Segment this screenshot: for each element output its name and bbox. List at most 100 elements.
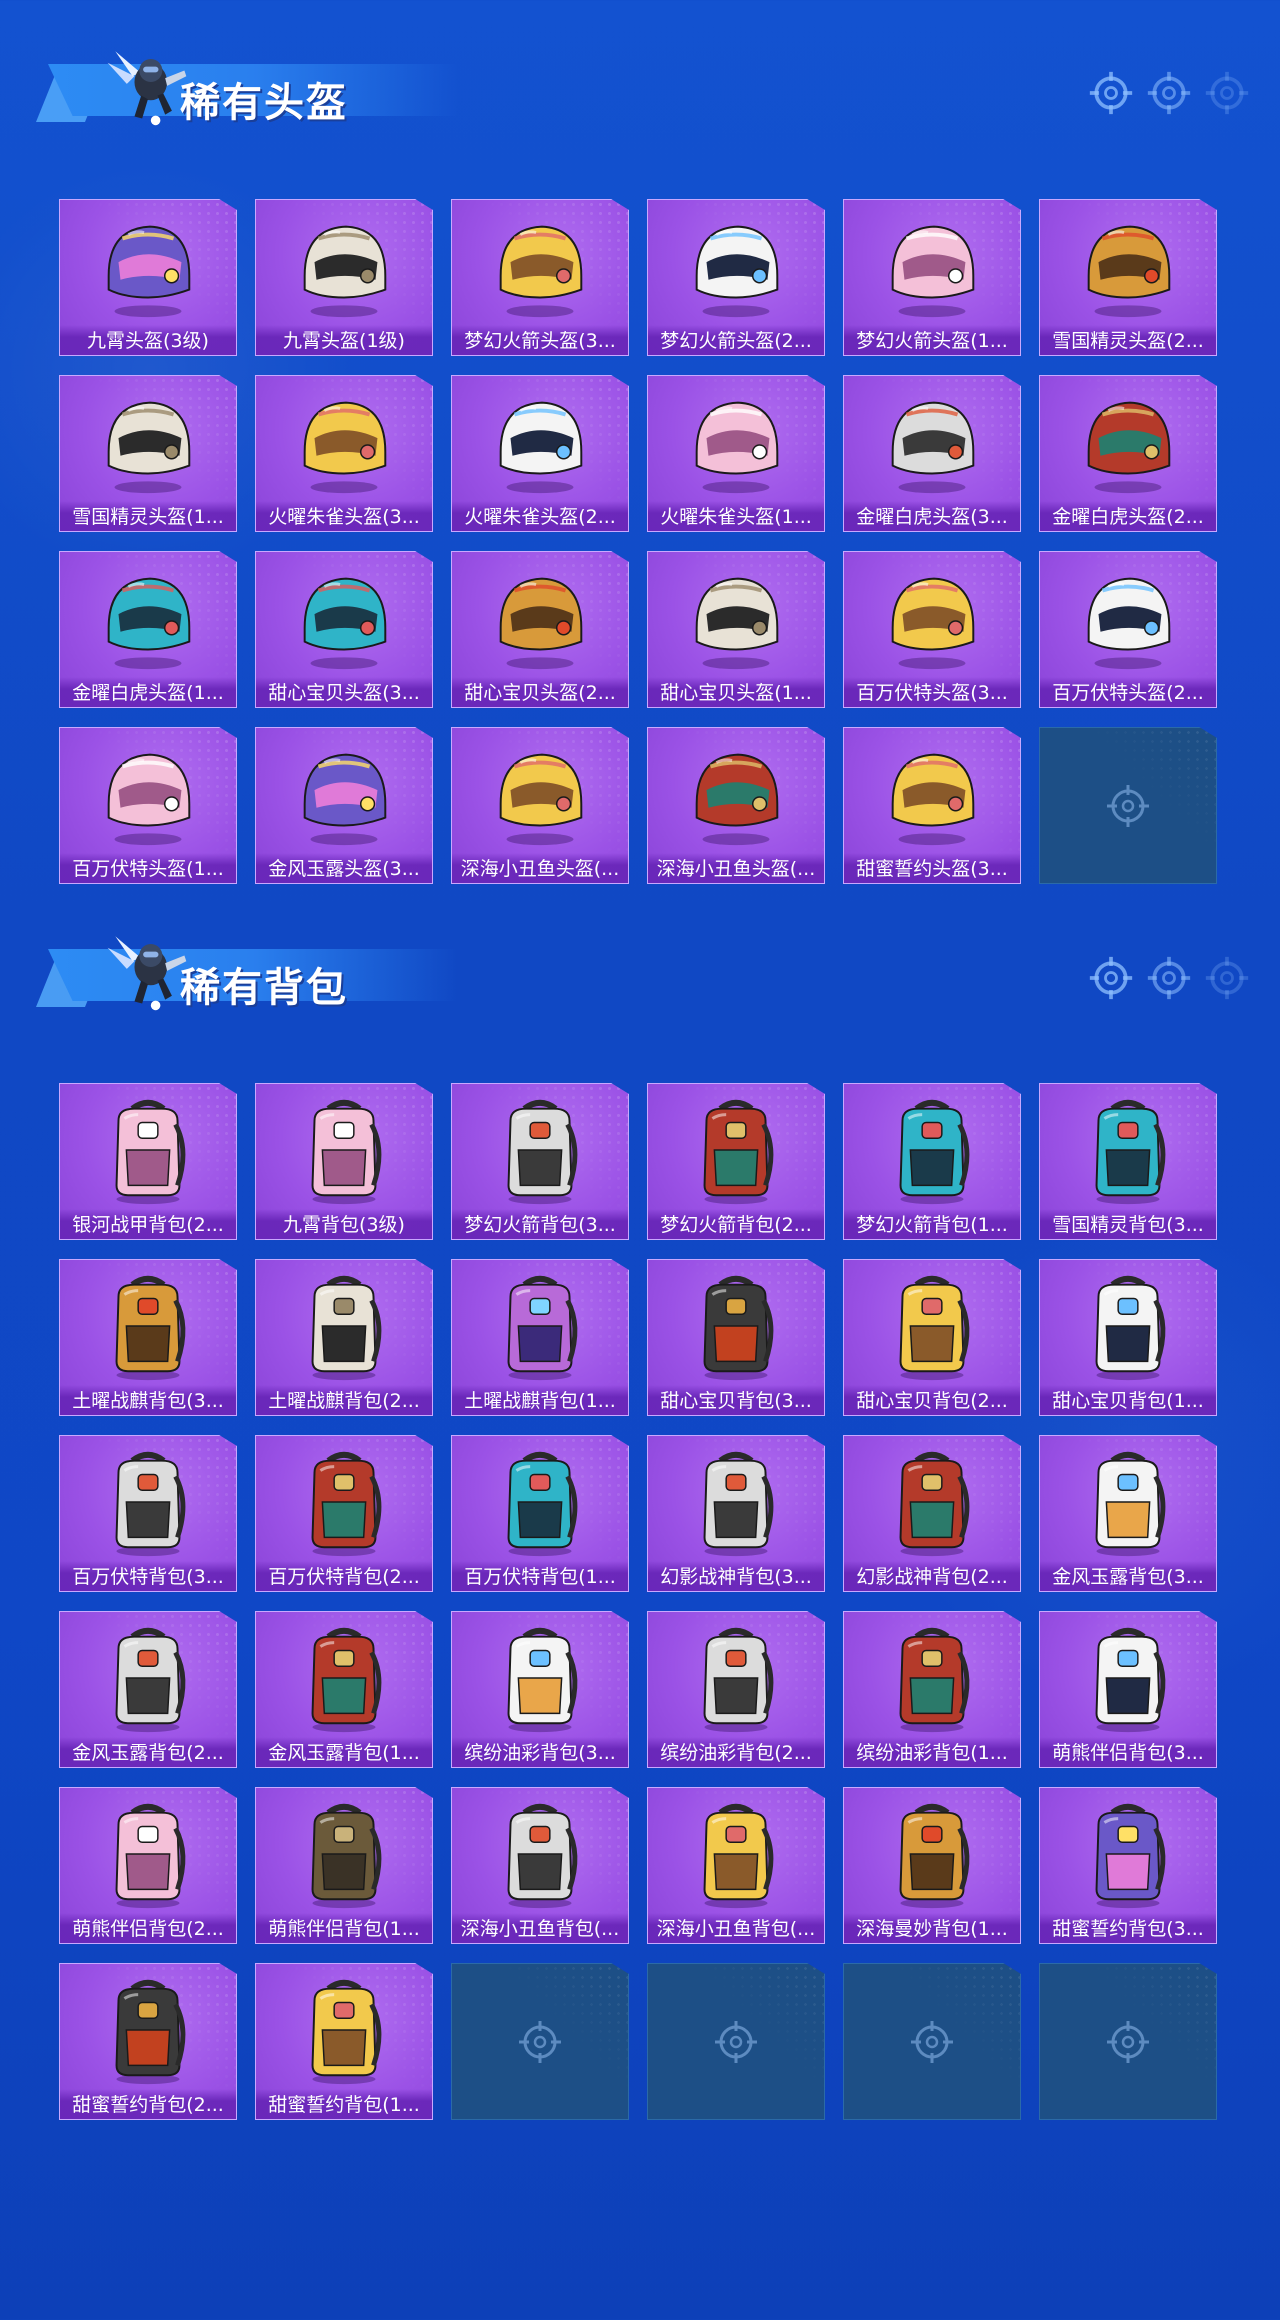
item-card[interactable]: 幻影战神背包(3... — [647, 1435, 825, 1592]
item-label: 土曜战麒背包(3... — [60, 1385, 236, 1415]
item-image — [452, 1264, 628, 1388]
item-card[interactable]: 梦幻火箭背包(3... — [451, 1083, 629, 1240]
backpack-icon — [1095, 1099, 1166, 1205]
item-card[interactable]: 甜心宝贝背包(1... — [1039, 1259, 1217, 1416]
item-label: 百万伏特背包(1... — [452, 1561, 628, 1591]
item-card[interactable]: 梦幻火箭头盔(2... — [647, 199, 825, 356]
item-card[interactable]: 银河战甲背包(2... — [59, 1083, 237, 1240]
item-card[interactable]: 金风玉露背包(3... — [1039, 1435, 1217, 1592]
item-card[interactable]: 萌熊伴侣背包(1... — [255, 1787, 433, 1944]
item-label: 缤纷油彩背包(3... — [452, 1737, 628, 1767]
item-card[interactable]: 甜心宝贝头盔(2... — [451, 551, 629, 708]
item-card[interactable]: 土曜战麒背包(3... — [59, 1259, 237, 1416]
item-label: 雪国精灵头盔(1... — [60, 501, 236, 531]
backpack-icon — [311, 1803, 382, 1909]
item-card[interactable]: 甜蜜誓约背包(3... — [1039, 1787, 1217, 1944]
item-card[interactable]: 土曜战麒背包(2... — [255, 1259, 433, 1416]
item-card[interactable]: 深海小丑鱼背包(... — [647, 1787, 825, 1944]
item-card[interactable]: 梦幻火箭背包(2... — [647, 1083, 825, 1240]
item-card[interactable]: 百万伏特背包(3... — [59, 1435, 237, 1592]
backpack-icon — [311, 1979, 382, 2085]
item-label: 梦幻火箭头盔(2... — [648, 325, 824, 355]
item-label: 九霄背包(3级) — [256, 1209, 432, 1239]
item-image — [256, 1440, 432, 1564]
item-label: 深海小丑鱼头盔(... — [648, 853, 824, 883]
helmet-icon — [107, 401, 191, 494]
item-image — [648, 1088, 824, 1212]
item-image — [1040, 1264, 1216, 1388]
item-image — [452, 204, 628, 328]
item-card[interactable]: 深海小丑鱼头盔(... — [451, 727, 629, 884]
section-title: 稀有背包 — [180, 965, 348, 1011]
item-card[interactable]: 火曜朱雀头盔(3... — [255, 375, 433, 532]
item-label: 土曜战麒背包(1... — [452, 1385, 628, 1415]
item-card[interactable]: 金曜白虎头盔(1... — [59, 551, 237, 708]
crosshair-icon — [1147, 71, 1191, 115]
helmet-grid: 九霄头盔(3级) 九霄头盔(1级) 梦幻火箭头盔(3... 梦幻火箭头盔(2..… — [59, 199, 1217, 884]
item-card[interactable]: 深海曼妙背包(1... — [843, 1787, 1021, 1944]
item-card[interactable]: 九霄头盔(3级) — [59, 199, 237, 356]
item-label: 金风玉露背包(2... — [60, 1737, 236, 1767]
backpack-icon — [507, 1803, 578, 1909]
item-card[interactable]: 缤纷油彩背包(2... — [647, 1611, 825, 1768]
item-card[interactable]: 金曜白虎头盔(3... — [843, 375, 1021, 532]
item-image — [452, 1616, 628, 1740]
backpack-icon — [115, 1099, 186, 1205]
item-card[interactable]: 火曜朱雀头盔(1... — [647, 375, 825, 532]
item-card[interactable]: 缤纷油彩背包(3... — [451, 1611, 629, 1768]
item-card[interactable]: 金风玉露背包(1... — [255, 1611, 433, 1768]
helmet-icon — [695, 225, 779, 318]
item-card[interactable]: 九霄头盔(1级) — [255, 199, 433, 356]
item-label: 金风玉露背包(1... — [256, 1737, 432, 1767]
item-card[interactable]: 深海小丑鱼背包(... — [451, 1787, 629, 1944]
item-card[interactable]: 百万伏特背包(2... — [255, 1435, 433, 1592]
item-card[interactable]: 甜蜜誓约背包(1... — [255, 1963, 433, 2120]
item-card[interactable]: 雪国精灵背包(3... — [1039, 1083, 1217, 1240]
empty-slot — [1039, 727, 1217, 884]
item-label: 深海小丑鱼背包(... — [452, 1913, 628, 1943]
item-card[interactable]: 幻影战神背包(2... — [843, 1435, 1021, 1592]
item-card[interactable]: 雪国精灵头盔(1... — [59, 375, 237, 532]
item-label: 甜心宝贝头盔(2... — [452, 677, 628, 707]
helmet-icon — [695, 577, 779, 670]
item-card[interactable]: 甜心宝贝头盔(3... — [255, 551, 433, 708]
item-card[interactable]: 土曜战麒背包(1... — [451, 1259, 629, 1416]
item-card[interactable]: 萌熊伴侣背包(2... — [59, 1787, 237, 1944]
item-card[interactable]: 甜蜜誓约背包(2... — [59, 1963, 237, 2120]
item-card[interactable]: 金风玉露背包(2... — [59, 1611, 237, 1768]
item-card[interactable]: 梦幻火箭背包(1... — [843, 1083, 1021, 1240]
item-card[interactable]: 雪国精灵头盔(2... — [1039, 199, 1217, 356]
backpack-icon — [703, 1099, 774, 1205]
item-image — [1040, 204, 1216, 328]
item-card[interactable]: 百万伏特头盔(1... — [59, 727, 237, 884]
item-card[interactable]: 九霄背包(3级) — [255, 1083, 433, 1240]
item-label: 九霄头盔(3级) — [60, 325, 236, 355]
item-label: 百万伏特背包(3... — [60, 1561, 236, 1591]
item-card[interactable]: 梦幻火箭头盔(3... — [451, 199, 629, 356]
item-card[interactable]: 火曜朱雀头盔(2... — [451, 375, 629, 532]
item-card[interactable]: 深海小丑鱼头盔(... — [647, 727, 825, 884]
item-label: 梦幻火箭背包(2... — [648, 1209, 824, 1239]
item-card[interactable]: 百万伏特头盔(3... — [843, 551, 1021, 708]
item-card[interactable]: 甜心宝贝背包(3... — [647, 1259, 825, 1416]
item-image — [256, 1792, 432, 1916]
item-card[interactable]: 百万伏特头盔(2... — [1039, 551, 1217, 708]
backpack-icon — [899, 1099, 970, 1205]
backpack-icon — [1095, 1451, 1166, 1557]
item-card[interactable]: 金风玉露头盔(3... — [255, 727, 433, 884]
item-card[interactable]: 缤纷油彩背包(1... — [843, 1611, 1021, 1768]
item-image — [60, 1968, 236, 2092]
backpack-icon — [703, 1803, 774, 1909]
item-image — [844, 1088, 1020, 1212]
helmet-icon — [107, 577, 191, 670]
crosshair-icon — [1147, 956, 1191, 1000]
item-card[interactable]: 萌熊伴侣背包(3... — [1039, 1611, 1217, 1768]
item-card[interactable]: 甜蜜誓约头盔(3... — [843, 727, 1021, 884]
item-card[interactable]: 甜心宝贝背包(2... — [843, 1259, 1021, 1416]
item-card[interactable]: 金曜白虎头盔(2... — [1039, 375, 1217, 532]
item-image — [648, 204, 824, 328]
item-image — [60, 204, 236, 328]
item-card[interactable]: 百万伏特背包(1... — [451, 1435, 629, 1592]
item-card[interactable]: 梦幻火箭头盔(1... — [843, 199, 1021, 356]
item-card[interactable]: 甜心宝贝头盔(1... — [647, 551, 825, 708]
